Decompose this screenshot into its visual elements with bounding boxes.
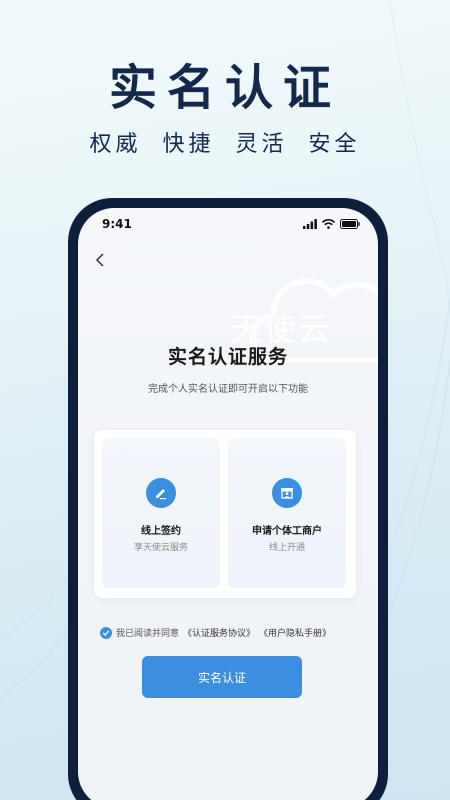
service-title: 实名认证服务 bbox=[167, 346, 288, 368]
feature-card-online-sign[interactable]: 线上签约 享天使云服务 bbox=[102, 438, 220, 588]
feature-subtitle: 线上开通 bbox=[268, 543, 305, 553]
check-icon bbox=[102, 629, 110, 636]
signal-icon bbox=[303, 219, 317, 229]
battery-icon bbox=[340, 219, 360, 229]
merchant-icon bbox=[272, 478, 302, 508]
feature-subtitle: 享天使云服务 bbox=[133, 543, 188, 553]
hero-subtitle: 权威 快捷 灵活 安全 bbox=[89, 132, 361, 157]
verify-button[interactable]: 实名认证 bbox=[142, 656, 302, 698]
features-panel: 线上签约 享天使云服务 申请个体工商户 线上开通 bbox=[94, 430, 356, 598]
wifi-icon bbox=[322, 219, 335, 229]
service-description: 完成个人实名认证即可开启以下功能 bbox=[148, 384, 308, 395]
status-icons bbox=[303, 219, 360, 229]
agreement-prefix: 我已阅读并同意 bbox=[116, 629, 180, 639]
feature-title: 申请个体工商户 bbox=[252, 526, 322, 537]
agreement-checkbox[interactable] bbox=[100, 626, 112, 639]
privacy-manual-link[interactable]: 《用户隐私手册》 bbox=[259, 626, 331, 639]
hero-title: 实名认证 bbox=[108, 60, 341, 116]
chevron-left-icon bbox=[95, 253, 104, 267]
phone-screen: 9:41 天使云 实名认证服务 完成个人实名认证即可开启以下功能 线上签约 享天… bbox=[78, 208, 378, 800]
feature-title: 线上签约 bbox=[141, 526, 181, 537]
feature-card-merchant[interactable]: 申请个体工商户 线上开通 bbox=[228, 438, 346, 588]
status-time: 9:41 bbox=[102, 217, 132, 231]
service-agreement-link[interactable]: 《认证服务协议》 bbox=[183, 626, 255, 639]
status-bar: 9:41 bbox=[78, 208, 378, 240]
back-button[interactable] bbox=[88, 248, 112, 272]
agreement-row: 我已阅读并同意 《认证服务协议》 《用户隐私手册》 bbox=[100, 626, 370, 639]
sign-pen-icon bbox=[146, 478, 176, 508]
